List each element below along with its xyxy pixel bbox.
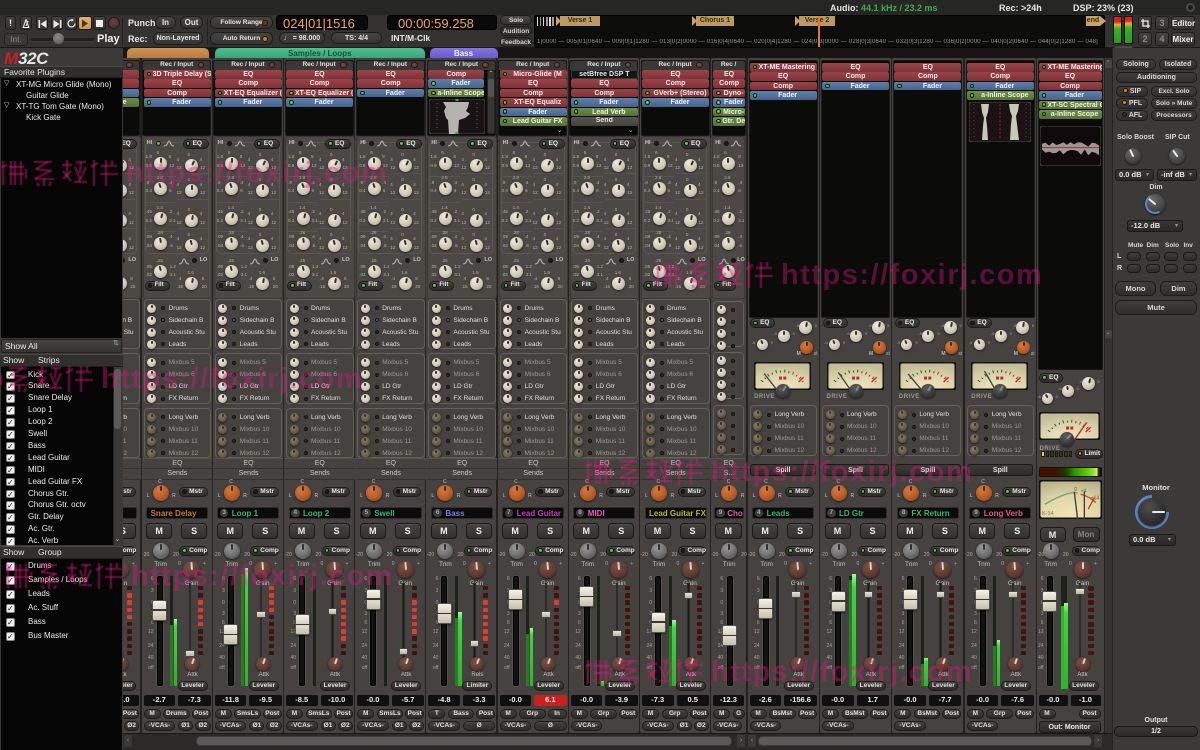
svg-text:+4: +4 (1080, 488, 1086, 494)
svg-text:K-14: K-14 (1042, 511, 1054, 517)
svg-text:+14: +14 (1090, 496, 1099, 502)
